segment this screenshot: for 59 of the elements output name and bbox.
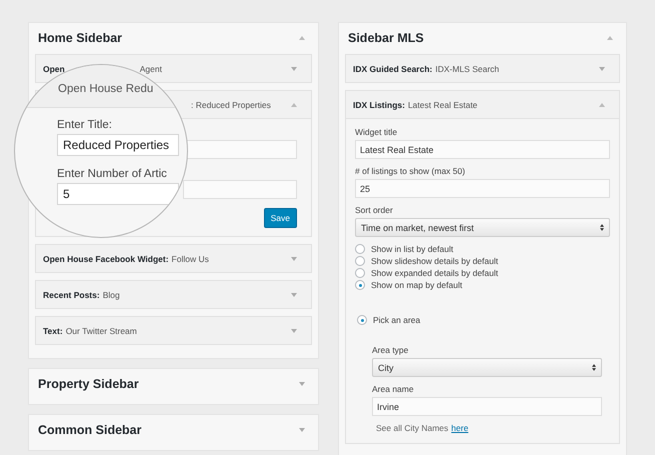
caret-down-icon[interactable] — [291, 66, 297, 70]
input-field[interactable]: 5 — [57, 183, 179, 205]
widget-title: Our Twitter Stream — [66, 326, 137, 336]
sidebar-title: Common Sidebar — [38, 422, 142, 436]
widget-title: Agent — [140, 64, 162, 74]
input-field[interactable]: Reduced Properties — [57, 134, 179, 156]
caret-down-icon[interactable] — [299, 382, 305, 386]
caret-up-icon[interactable] — [299, 36, 305, 40]
note-text: See all City Names — [376, 423, 448, 433]
radio-label: Show on map by default — [371, 280, 462, 290]
updown-arrows-icon — [592, 364, 596, 371]
input-field[interactable]: Latest Real Estate — [355, 140, 610, 159]
input-field[interactable] — [183, 180, 297, 199]
widget-name: Open — [43, 64, 65, 74]
widget-name: IDX Listings: — [353, 100, 405, 110]
radio-button[interactable] — [357, 315, 367, 325]
radio-button[interactable] — [355, 244, 365, 254]
save-button[interactable]: Save — [264, 208, 297, 228]
widget-title: Follow Us — [172, 254, 209, 264]
widget-title: Blog — [102, 290, 120, 300]
select-dropdown[interactable]: Time on market, newest first — [355, 218, 610, 237]
widget-name: Open House Facebook Widget: — [43, 254, 169, 264]
sidebar-title: Property Sidebar — [38, 376, 139, 390]
input-field[interactable]: Irvine — [372, 397, 602, 416]
input-field[interactable]: 25 — [355, 179, 610, 198]
widget-title: IDX-MLS Search — [435, 64, 500, 74]
widget-name: Text: — [43, 326, 63, 336]
radio-button[interactable] — [355, 268, 365, 278]
field-label: Widget title — [355, 127, 398, 137]
caret-down-icon[interactable] — [299, 428, 305, 432]
widget-title: Latest Real Estate — [408, 100, 478, 110]
radio-label: Show expanded details by default — [371, 268, 498, 278]
radio-button[interactable] — [355, 256, 365, 266]
radio-button[interactable] — [355, 280, 365, 290]
caret-down-icon[interactable] — [291, 328, 297, 332]
field-label: Area name — [372, 384, 415, 394]
widget-name: Open House Redu — [58, 83, 154, 95]
caret-down-icon[interactable] — [291, 292, 297, 296]
field-label: Area type — [372, 345, 410, 355]
caret-down-icon[interactable] — [599, 66, 605, 70]
field-label: # of listings to show (max 50) — [355, 166, 466, 176]
field-label: Enter Title: — [57, 119, 113, 131]
radio-label: Show in list by default — [371, 244, 454, 254]
widget-name: Recent Posts: — [43, 290, 100, 300]
radio-label: Pick an area — [373, 315, 420, 325]
radio-label: Show slideshow details by default — [371, 256, 498, 266]
select-dropdown[interactable]: City — [372, 358, 602, 377]
caret-up-icon[interactable] — [599, 102, 605, 106]
updown-arrows-icon — [600, 224, 604, 231]
field-label: Sort order — [355, 205, 394, 215]
caret-down-icon[interactable] — [291, 256, 297, 260]
widget-name: IDX Guided Search: — [353, 64, 432, 74]
widget-title: : Reduced Properties — [191, 100, 271, 110]
sidebar-title: Sidebar MLS — [348, 30, 424, 44]
caret-up-icon[interactable] — [291, 102, 297, 106]
field-label: Enter Number of Artic — [57, 168, 168, 180]
here-link[interactable]: here — [451, 423, 468, 433]
caret-up-icon[interactable] — [607, 36, 613, 40]
sidebar-title: Home Sidebar — [38, 30, 122, 44]
